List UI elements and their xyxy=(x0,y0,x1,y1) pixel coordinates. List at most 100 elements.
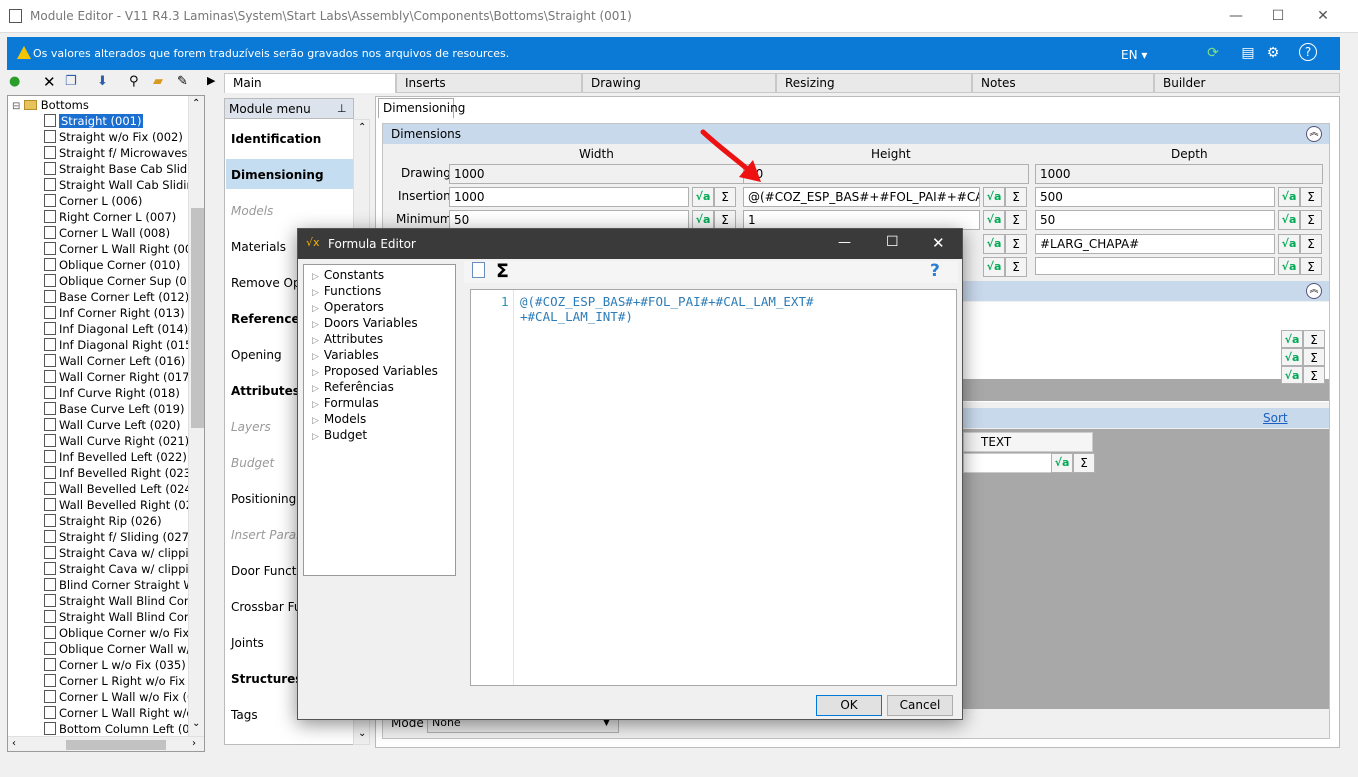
formula-category-item[interactable]: ▷ Doors Variables xyxy=(312,316,418,330)
help-icon[interactable]: ? xyxy=(1299,43,1317,61)
tree-item[interactable]: Straight Wall Blind Corne xyxy=(44,610,203,626)
folder-icon[interactable]: ▰ xyxy=(153,74,163,89)
module-menu-item[interactable]: Attributes xyxy=(231,384,300,398)
maximum-height-sum-button[interactable]: Σ xyxy=(1005,234,1027,254)
module-menu-item[interactable]: Models xyxy=(231,204,273,218)
formula-category-item[interactable]: ▷ Budget xyxy=(312,428,367,442)
tree-item[interactable]: Wall Corner Left (016) xyxy=(44,354,185,370)
expand-arrow-icon[interactable]: ▷ xyxy=(312,352,319,362)
minimize-button[interactable]: — xyxy=(1213,0,1259,32)
ok-button[interactable]: OK xyxy=(816,695,882,716)
tree-item[interactable]: Wall Bevelled Left (024) xyxy=(44,482,196,498)
tree-item[interactable]: Oblique Corner Sup (011 xyxy=(44,274,201,290)
tree-hscrollbar[interactable]: ‹ › xyxy=(8,736,204,751)
tree-item[interactable]: Inf Diagonal Left (014) xyxy=(44,322,188,338)
minimum-height-field[interactable]: 1 xyxy=(743,210,980,230)
pin-icon[interactable]: ⊥ xyxy=(337,99,347,119)
tree-item[interactable]: Inf Bevelled Right (023) xyxy=(44,466,196,482)
module-menu-item[interactable]: Dimensioning xyxy=(231,168,324,182)
expand-arrow-icon[interactable]: ▷ xyxy=(312,320,319,330)
grid-formula-button[interactable]: √a xyxy=(1051,453,1073,473)
formula-category-item[interactable]: ▷ Proposed Variables xyxy=(312,364,438,378)
tree-item[interactable]: Inf Curve Right (018) xyxy=(44,386,180,402)
formula-category-item[interactable]: ▷ Formulas xyxy=(312,396,379,410)
step-depth-formula-button[interactable]: √a xyxy=(1278,257,1300,275)
step-depth-sum-button[interactable]: Σ xyxy=(1300,257,1322,275)
expand-arrow-icon[interactable]: ▷ xyxy=(312,400,319,410)
language-selector[interactable]: EN ▾ xyxy=(1121,48,1147,62)
layout-icon[interactable]: ▤ xyxy=(1238,43,1258,63)
hscroll-left-icon[interactable]: ‹ xyxy=(12,738,16,749)
tree-item[interactable]: Wall Curve Left (020) xyxy=(44,418,181,434)
expand-arrow-icon[interactable]: ▷ xyxy=(312,304,319,314)
module-menu-item[interactable]: Budget xyxy=(231,456,274,470)
module-menu-item[interactable]: Layers xyxy=(231,420,271,434)
group2-sum-button-2[interactable]: Σ xyxy=(1303,348,1325,366)
minimum-width-sum-button[interactable]: Σ xyxy=(714,210,736,230)
tab-resizing[interactable]: Resizing xyxy=(776,73,972,93)
tab-notes[interactable]: Notes xyxy=(972,73,1154,93)
subtab-dimensioning[interactable]: Dimensioning xyxy=(378,98,465,118)
tree-item[interactable]: Blind Corner Straight Wa xyxy=(44,578,201,594)
tree-item[interactable]: Corner L Wall Right w/o xyxy=(44,706,193,722)
tree-item[interactable]: Straight Rip (026) xyxy=(44,514,162,530)
insertion-width-sum-button[interactable]: Σ xyxy=(714,187,736,207)
tree-item[interactable]: Oblique Corner Wall w/o xyxy=(44,642,197,658)
group2-formula-button-3[interactable]: √a xyxy=(1281,366,1303,384)
formula-category-item[interactable]: ▷ Functions xyxy=(312,284,381,298)
insertion-width-field[interactable]: 1000 xyxy=(449,187,689,207)
formula-category-item[interactable]: ▷ Attributes xyxy=(312,332,383,346)
tools-icon[interactable]: ✎ xyxy=(177,74,188,89)
minimum-height-formula-button[interactable]: √a xyxy=(983,210,1005,230)
tree-item[interactable]: Straight (001) xyxy=(44,114,144,130)
text-column-header[interactable]: TEXT xyxy=(981,435,1011,449)
tree-item[interactable]: Inf Bevelled Left (022) xyxy=(44,450,187,466)
expand-arrow-icon[interactable]: ▷ xyxy=(312,368,319,378)
tree-item[interactable]: Straight f/ Microwaves (0 xyxy=(44,146,203,162)
formula-category-item[interactable]: ▷ Referências xyxy=(312,380,394,394)
collapse-icon[interactable]: ︽ xyxy=(1306,126,1322,142)
minimum-depth-formula-button[interactable]: √a xyxy=(1278,210,1300,230)
collapse-icon[interactable]: ︽ xyxy=(1306,283,1322,299)
tree-item[interactable]: Corner L Wall w/o Fix (0 xyxy=(44,690,194,706)
tree-item[interactable]: Straight Cava w/ clipping xyxy=(44,546,203,562)
expand-arrow-icon[interactable]: ▷ xyxy=(312,336,319,346)
maximum-height-formula-button[interactable]: √a xyxy=(983,234,1005,254)
tree-item[interactable]: Straight Cava w/ clipping xyxy=(44,562,203,578)
tree-item[interactable]: Inf Corner Right (013) xyxy=(44,306,185,322)
tree-item[interactable]: Inf Diagonal Right (015) xyxy=(44,338,197,354)
tree-item[interactable]: Right Corner L (007) xyxy=(44,210,176,226)
expand-icon[interactable]: ⊟ xyxy=(12,101,20,112)
insertion-height-formula-button[interactable]: √a xyxy=(983,187,1005,207)
scroll-down-icon[interactable]: ⌄ xyxy=(192,718,200,729)
minimum-width-formula-button[interactable]: √a xyxy=(692,210,714,230)
refresh-icon[interactable]: ⟳ xyxy=(1203,43,1223,63)
scroll-up-icon[interactable]: ⌃ xyxy=(358,122,366,133)
close-button[interactable]: ✕ xyxy=(1300,0,1346,32)
copy-icon[interactable]: ❐ xyxy=(65,74,77,89)
tab-inserts[interactable]: Inserts xyxy=(396,73,582,93)
tree-item[interactable]: Base Curve Left (019) xyxy=(44,402,184,418)
expand-arrow-icon[interactable]: ▷ xyxy=(312,384,319,394)
delete-icon[interactable]: ✕ xyxy=(43,73,56,91)
maximum-depth-field[interactable]: #LARG_CHAPA# xyxy=(1035,234,1275,254)
cancel-button[interactable]: Cancel xyxy=(887,695,953,716)
dialog-maximize-button[interactable]: ☐ xyxy=(886,234,899,250)
group2-sum-button-1[interactable]: Σ xyxy=(1303,330,1325,348)
formula-line-2[interactable]: +#CAL_LAM_INT#) xyxy=(520,309,633,324)
tree-item[interactable]: Corner L Wall (008) xyxy=(44,226,170,242)
maximum-depth-sum-button[interactable]: Σ xyxy=(1300,234,1322,254)
tab-drawing[interactable]: Drawing xyxy=(582,73,776,93)
expand-arrow-icon[interactable]: ▷ xyxy=(312,432,319,442)
module-menu-item[interactable]: Identification xyxy=(231,132,321,146)
tree-item[interactable]: Corner L Wall Right (009 xyxy=(44,242,200,258)
tree-item[interactable]: Base Corner Left (012) xyxy=(44,290,189,306)
formula-line-1[interactable]: @(#COZ_ESP_BAS#+#FOL_PAI#+#CAL_LAM_EXT# xyxy=(520,294,814,309)
sort-link[interactable]: Sort xyxy=(1263,408,1288,428)
help-button[interactable]: ? xyxy=(930,261,940,281)
tree-item[interactable]: Oblique Corner (010) xyxy=(44,258,180,274)
tree-item[interactable]: Straight Wall Cab Sliding xyxy=(44,178,201,194)
maximum-depth-formula-button[interactable]: √a xyxy=(1278,234,1300,254)
tree-item[interactable]: Corner L (006) xyxy=(44,194,142,210)
expand-arrow-icon[interactable]: ▷ xyxy=(312,416,319,426)
